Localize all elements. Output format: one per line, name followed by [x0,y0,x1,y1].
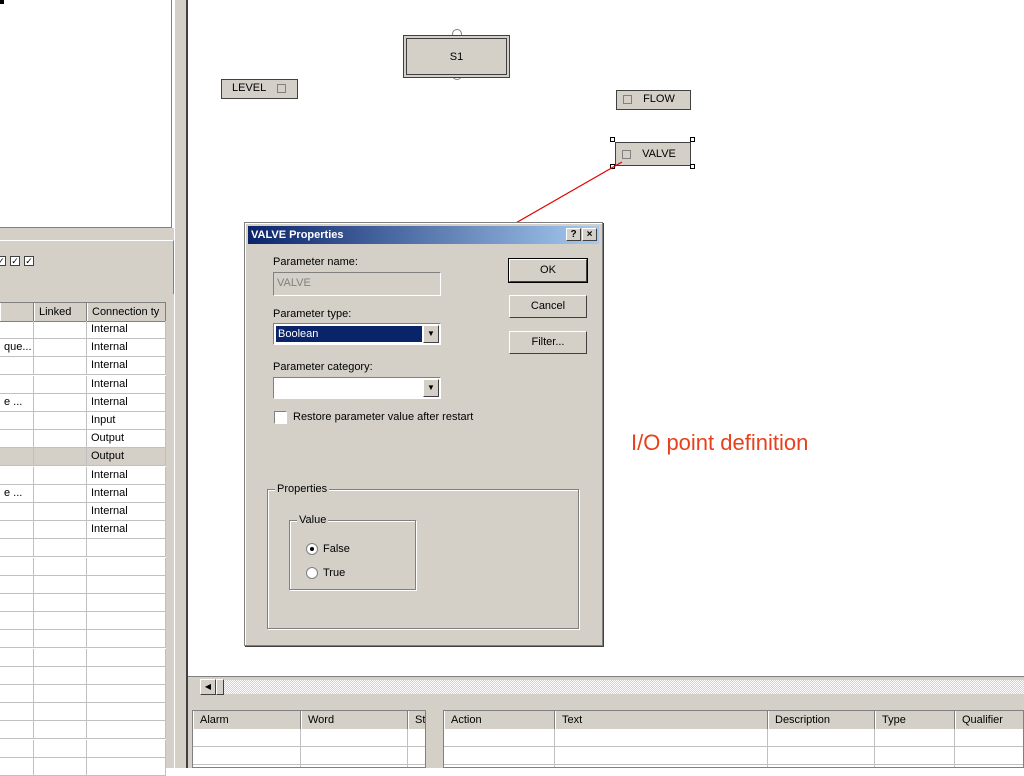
list-cell [955,729,1023,746]
param-category-label: Parameter category: [273,361,373,373]
list-cell [408,747,425,764]
list-item[interactable] [444,729,1023,747]
alarm-table-header: Alarm Word St [193,711,425,729]
properties-group-label: Properties [275,483,330,495]
list-cell [193,729,301,746]
param-type-value: Boolean [276,326,422,342]
close-button[interactable]: × [582,228,597,241]
true-radio-label: True [323,567,346,579]
param-name-label: Parameter name: [273,256,358,268]
scroll-track[interactable] [224,680,1024,694]
list-cell [555,729,768,746]
true-radio[interactable] [306,567,318,579]
list-cell [768,729,875,746]
param-type-select[interactable]: Boolean ▼ [273,323,441,345]
help-button[interactable]: ? [566,228,581,241]
list-item[interactable] [444,747,1023,765]
list-cell [444,729,555,746]
param-category-select[interactable]: ▼ [273,377,441,399]
list-cell [875,747,955,764]
ok-button[interactable]: OK [508,258,588,283]
filter-button[interactable]: Filter... [509,331,587,354]
chevron-down-icon[interactable]: ▼ [423,379,439,397]
list-cell [768,747,875,764]
param-category-value [276,380,422,396]
false-radio[interactable] [306,543,318,555]
value-group-label: Value [297,514,329,526]
col-action[interactable]: Action [444,711,555,729]
col-word[interactable]: Word [301,711,408,729]
col-status[interactable]: St [408,711,425,729]
list-cell [875,729,955,746]
action-table: Action Text Description Type Qualifier [443,710,1024,768]
restore-checkbox[interactable] [274,411,287,424]
valve-properties-dialog: VALVE Properties ? × Parameter name: VAL… [244,222,603,646]
action-table-header: Action Text Description Type Qualifier [444,711,1023,729]
col-alarm[interactable]: Alarm [193,711,301,729]
horizontal-scrollbar[interactable]: ◀ [188,676,1024,698]
chevron-down-icon[interactable]: ▼ [423,325,439,343]
list-cell [955,747,1023,764]
dialog-title: VALVE Properties [251,229,344,241]
dialog-titlebar[interactable]: VALVE Properties ? × [248,226,599,244]
list-cell [301,747,408,764]
param-type-label: Parameter type: [273,308,352,320]
restore-label: Restore parameter value after restart [293,411,474,423]
col-description[interactable]: Description [768,711,875,729]
value-group [289,520,416,590]
cancel-button[interactable]: Cancel [509,295,587,318]
scroll-left-icon[interactable]: ◀ [200,679,216,695]
list-cell [301,729,408,746]
col-text[interactable]: Text [555,711,768,729]
list-cell [408,729,425,746]
list-item[interactable] [193,747,425,765]
alarm-table: Alarm Word St [192,710,426,768]
param-name-field[interactable]: VALVE [273,272,441,296]
list-item[interactable] [193,729,425,747]
list-cell [193,747,301,764]
list-cell [444,747,555,764]
list-cell [555,747,768,764]
col-type[interactable]: Type [875,711,955,729]
col-qualifier[interactable]: Qualifier [955,711,1023,729]
scroll-thumb[interactable] [216,679,224,695]
false-radio-label: False [323,543,350,555]
